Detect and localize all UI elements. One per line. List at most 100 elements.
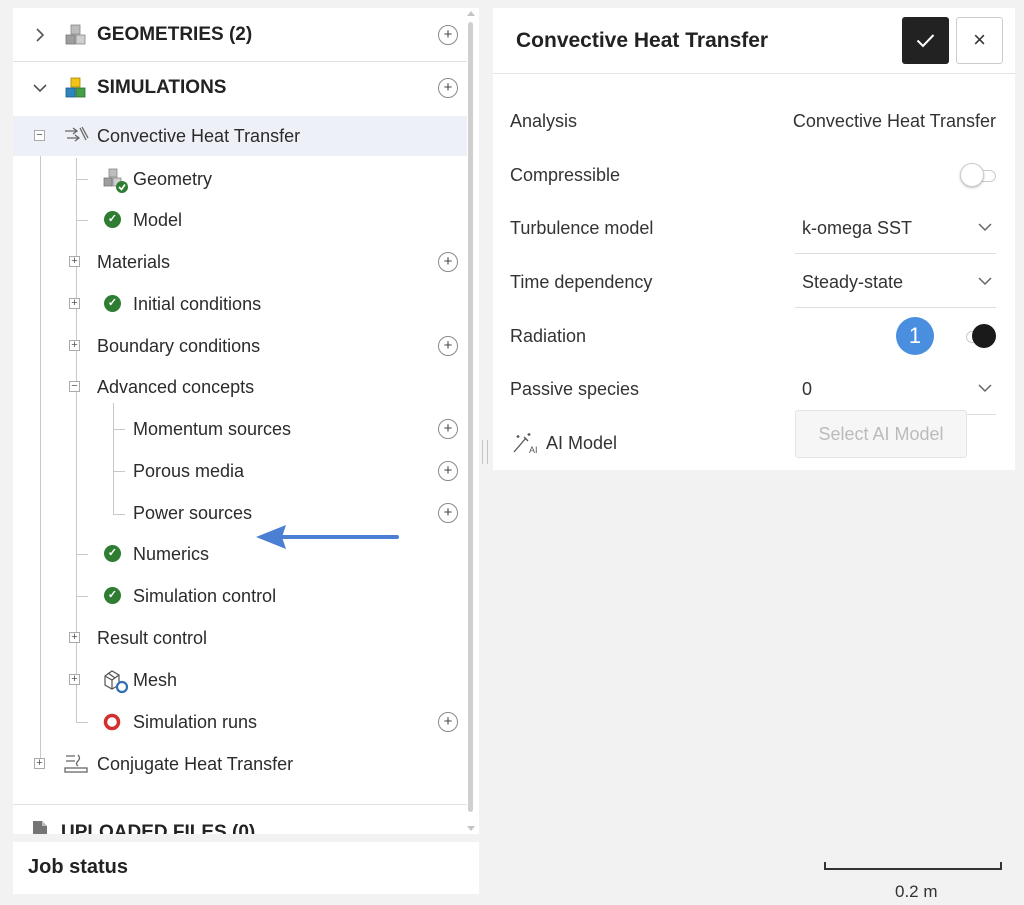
annotation-arrow: [256, 525, 399, 549]
add-simulation-button[interactable]: +: [438, 78, 458, 98]
simulations-label: SIMULATIONS: [97, 77, 227, 98]
scroll-up-arrow[interactable]: [467, 11, 475, 16]
chevron-right-icon[interactable]: [34, 28, 46, 42]
turbulence-select[interactable]: k-omega SST: [795, 204, 996, 254]
job-status-panel[interactable]: Job status: [13, 842, 479, 894]
magic-wand-ai-icon: AI: [513, 433, 538, 455]
step-number-badge: 1: [896, 317, 934, 355]
convective-flow-icon: [65, 126, 89, 142]
scroll-thumb[interactable]: [468, 22, 473, 812]
add-material-button[interactable]: +: [438, 252, 458, 272]
scale-bar: [824, 862, 1002, 872]
tree-item-label: Model: [133, 209, 183, 230]
expand-toggle[interactable]: +: [69, 256, 80, 267]
tree-item-label: Initial conditions: [133, 293, 262, 314]
chevron-down-icon: [978, 223, 992, 232]
add-power-source-button[interactable]: +: [438, 503, 458, 523]
tree-item-boundary-conditions[interactable]: + Boundary conditions +: [13, 326, 467, 366]
collapse-toggle[interactable]: −: [34, 130, 45, 141]
checkmark-icon: [916, 34, 935, 48]
simulation-label: Convective Heat Transfer: [97, 125, 301, 146]
tree-scrollbar[interactable]: [466, 8, 476, 834]
simulation-label: Conjugate Heat Transfer: [97, 753, 294, 774]
tree-item-mesh[interactable]: + Mesh: [13, 660, 467, 700]
uploaded-files-label: UPLOADED FILES (0): [61, 822, 256, 834]
job-status-label: Job status: [28, 856, 129, 878]
geometries-section[interactable]: GEOMETRIES (2) +: [13, 15, 467, 55]
simulations-section[interactable]: SIMULATIONS +: [13, 68, 467, 108]
tree-item-label: Simulation control: [133, 585, 277, 606]
analysis-label: Analysis: [510, 111, 578, 131]
tree-item-label: Result control: [97, 627, 208, 648]
close-button[interactable]: ×: [956, 17, 1003, 64]
tree-item-advanced-concepts[interactable]: − Advanced concepts: [13, 367, 467, 407]
panel-resize-handle[interactable]: [482, 440, 488, 464]
tree-item-result-control[interactable]: + Result control: [13, 618, 467, 658]
compressible-row: Compressible: [510, 151, 996, 201]
expand-toggle[interactable]: +: [69, 632, 80, 643]
expand-toggle[interactable]: +: [69, 298, 80, 309]
passive-species-value: 0: [802, 379, 813, 399]
tree-item-label: Advanced concepts: [97, 376, 255, 397]
radiation-label: Radiation: [510, 326, 587, 346]
turbulence-label: Turbulence model: [510, 218, 654, 238]
tree-item-label: Mesh: [133, 669, 178, 690]
confirm-button[interactable]: [902, 17, 949, 64]
time-dependency-select[interactable]: Steady-state: [795, 258, 996, 308]
expand-toggle[interactable]: +: [69, 674, 80, 685]
tree-item-porous-media[interactable]: Porous media +: [13, 451, 467, 491]
tree-item-simulation-control[interactable]: ✓ Simulation control: [13, 576, 467, 616]
simulations-icon: [65, 77, 86, 98]
file-icon: [33, 821, 47, 834]
scroll-down-arrow[interactable]: [467, 826, 475, 831]
tree-item-label: Simulation runs: [133, 711, 258, 732]
check-icon: ✓: [104, 545, 121, 562]
time-dependency-row: Time dependency Steady-state: [510, 258, 996, 308]
add-momentum-source-button[interactable]: +: [438, 419, 458, 439]
geometries-icon: [65, 24, 86, 45]
time-dependency-value: Steady-state: [802, 272, 904, 292]
select-ai-model-button[interactable]: Select AI Model: [795, 410, 967, 458]
add-porous-media-button[interactable]: +: [438, 461, 458, 481]
tree-item-simulation-runs[interactable]: Simulation runs +: [13, 702, 467, 742]
tree-item-geometry[interactable]: Geometry: [13, 159, 467, 199]
expand-toggle[interactable]: +: [69, 340, 80, 351]
tree-item-momentum-sources[interactable]: Momentum sources +: [13, 409, 467, 449]
tree-item-initial-conditions[interactable]: + ✓ Initial conditions: [13, 284, 467, 324]
turbulence-row: Turbulence model k-omega SST: [510, 204, 996, 254]
add-boundary-condition-button[interactable]: +: [438, 336, 458, 356]
check-icon: ✓: [104, 587, 121, 604]
tree-item-model[interactable]: ✓ Model: [13, 200, 467, 240]
tree-item-label: Numerics: [133, 543, 210, 564]
uploaded-files-section[interactable]: UPLOADED FILES (0): [13, 804, 467, 834]
geometry-assigned-icon: [103, 168, 128, 193]
analysis-value: Convective Heat Transfer: [792, 111, 996, 131]
add-simulation-run-button[interactable]: +: [438, 712, 458, 732]
tree-item-label: Boundary conditions: [97, 335, 261, 356]
add-geometry-button[interactable]: +: [438, 25, 458, 45]
chevron-down-icon: [978, 384, 992, 393]
mesh-icon: [104, 670, 129, 694]
tree-item-materials[interactable]: + Materials +: [13, 242, 467, 282]
run-status-icon: [103, 713, 121, 731]
tree-item-label: Geometry: [133, 168, 213, 189]
close-icon: ×: [973, 27, 986, 52]
check-icon: ✓: [104, 211, 121, 228]
compressible-toggle[interactable]: [960, 163, 996, 187]
simulation-convective-heat-transfer[interactable]: − Convective Heat Transfer: [13, 116, 467, 156]
chevron-down-icon[interactable]: [33, 83, 47, 93]
tree-item-label: Power sources: [133, 502, 253, 523]
passive-species-label: Passive species: [510, 379, 640, 399]
panel-title: Convective Heat Transfer: [516, 29, 769, 52]
ai-model-label: AI Model: [546, 433, 618, 453]
simulation-tree: GEOMETRIES (2) + SIMULATIONS + − Convect…: [13, 8, 479, 834]
expand-toggle[interactable]: +: [34, 758, 45, 769]
geometries-label: GEOMETRIES (2): [97, 24, 253, 45]
scale-label: 0.2 m: [895, 882, 938, 901]
passive-species-row: Passive species 0: [510, 365, 996, 415]
simulation-conjugate-heat-transfer[interactable]: + Conjugate Heat Transfer: [13, 744, 467, 784]
collapse-toggle[interactable]: −: [69, 381, 80, 392]
passive-species-select[interactable]: 0: [795, 365, 996, 415]
time-dependency-label: Time dependency: [510, 272, 653, 292]
radiation-toggle[interactable]: [960, 324, 996, 348]
